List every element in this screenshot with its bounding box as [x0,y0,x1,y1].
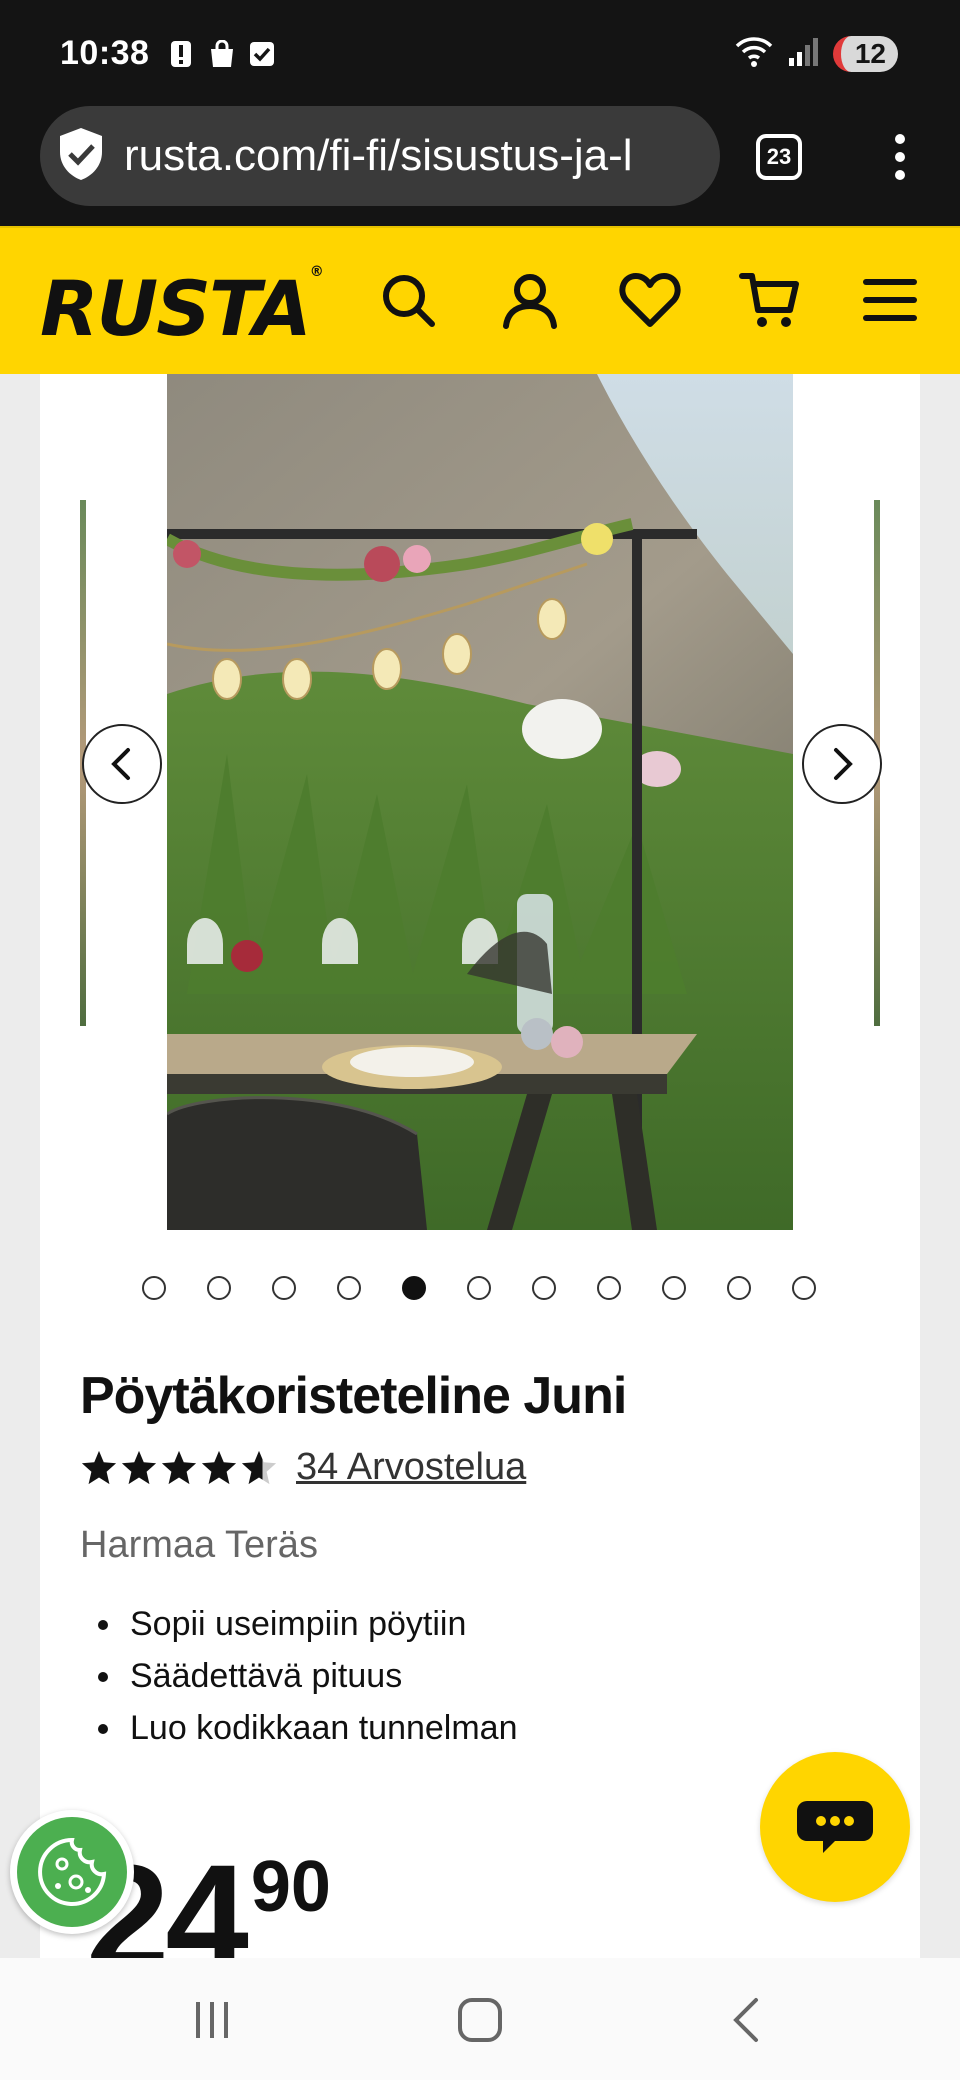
cookie-settings-button[interactable] [10,1810,134,1934]
carousel-dot[interactable] [402,1276,426,1300]
carousel-dot[interactable] [142,1276,166,1300]
alert-icon [168,40,194,68]
feature-item: Luo kodikkaan tunnelman [80,1702,518,1754]
tab-switcher-button[interactable]: 23 [756,134,802,180]
shield-icon[interactable] [56,126,106,187]
star-icon [161,1450,197,1484]
check-icon [248,40,274,68]
more-options-icon[interactable] [888,132,912,182]
address-bar[interactable]: rusta.com/fi-fi/sisustus-ja-l [40,106,720,206]
star-icon [81,1450,117,1484]
url-text[interactable]: rusta.com/fi-fi/sisustus-ja-l [124,131,633,181]
product-page: Pöytäkoristeteline Juni 34 Arvostelua Ha… [40,374,920,1992]
feature-item: Säädettävä pituus [80,1650,518,1702]
search-icon[interactable] [376,268,440,332]
feature-item: Sopii useimpiin pöytiin [80,1598,518,1650]
system-navigation-bar [0,1958,960,2080]
chevron-right-icon [834,748,853,780]
notification-icons [168,39,274,68]
carousel-dot[interactable] [727,1276,751,1300]
reviews-link[interactable]: 34 Arvostelua [296,1446,526,1489]
feature-list: Sopii useimpiin pöytiin Säädettävä pituu… [80,1598,518,1754]
carousel-dot[interactable] [662,1276,686,1300]
status-bar: 10:38 12 [0,0,960,106]
price-decimals: 90 [250,1847,331,1927]
next-image-button[interactable] [802,724,882,804]
wifi-icon [733,34,775,73]
product-image[interactable] [167,374,793,1230]
star-icon [201,1450,237,1484]
signal-icon [787,36,821,71]
star-icon [241,1450,277,1484]
cookie-icon [38,1837,107,1906]
carousel-dot[interactable] [792,1276,816,1300]
carousel-dot[interactable] [272,1276,296,1300]
carousel-dot[interactable] [337,1276,361,1300]
recent-apps-icon[interactable] [180,1988,244,2052]
account-icon[interactable] [498,268,562,332]
rating-row: 34 Arvostelua [80,1446,526,1489]
bag-icon [208,39,234,68]
rusta-logo[interactable]: RUSTA® [40,264,324,353]
menu-icon[interactable] [858,268,922,332]
product-variant: Harmaa Teräs [80,1524,318,1566]
carousel-pagination [142,1276,816,1300]
product-title: Pöytäkoristeteline Juni [80,1367,627,1425]
back-icon[interactable] [716,1988,780,2052]
carousel-dot[interactable] [467,1276,491,1300]
carousel-dot[interactable] [532,1276,556,1300]
wishlist-heart-icon[interactable] [618,268,682,332]
carousel-dot[interactable] [207,1276,231,1300]
browser-toolbar: rusta.com/fi-fi/sisustus-ja-l 23 [0,106,960,226]
cart-icon[interactable] [738,268,802,332]
site-header: RUSTA® [0,226,960,374]
chat-bubble-icon [797,1801,873,1853]
status-time: 10:38 [60,34,150,72]
home-icon[interactable] [448,1988,512,2052]
chevron-left-icon [111,748,130,780]
chat-button[interactable] [760,1752,910,1902]
carousel-dot[interactable] [597,1276,621,1300]
previous-image-button[interactable] [82,724,162,804]
status-right: 12 [733,34,898,73]
network-badge: 12 [832,35,898,72]
rating-stars [80,1449,278,1487]
star-icon [121,1450,157,1484]
